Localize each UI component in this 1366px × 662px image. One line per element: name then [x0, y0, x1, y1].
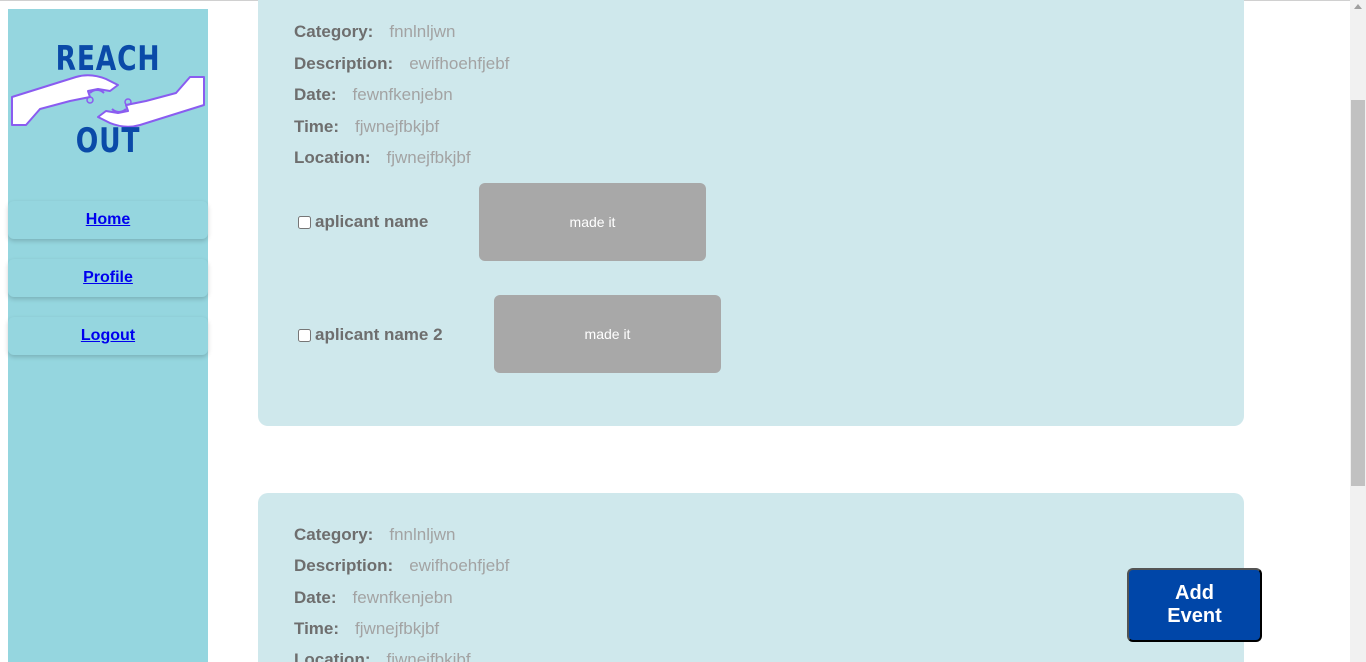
description-value: ewifhoehfjebf — [409, 54, 510, 73]
sidebar-item-logout[interactable]: Logout — [8, 317, 208, 355]
scrollbar-thumb[interactable] — [1351, 100, 1365, 486]
applicant-name: aplicant name — [315, 212, 429, 231]
date-field: Date: fewnfkenjebn — [294, 588, 453, 608]
made-it-button[interactable]: made it — [479, 183, 706, 261]
time-label: Time: — [294, 117, 340, 136]
date-label: Date: — [294, 588, 337, 607]
time-value: fjwnejfbkjbf — [355, 619, 440, 638]
location-label: Location: — [294, 650, 371, 662]
category-label: Category: — [294, 22, 374, 41]
page: REACH OUT Home Profile Logout Category: … — [0, 0, 1366, 662]
location-field: Location: fjwnejfbkjbf — [294, 650, 471, 662]
time-field: Time: fjwnejfbkjbf — [294, 117, 439, 137]
sidebar-item-profile[interactable]: Profile — [8, 259, 208, 297]
applicant-checkbox[interactable] — [298, 215, 311, 229]
category-field: Category: fnnlnljwn — [294, 22, 456, 42]
category-value: fnnlnljwn — [389, 525, 456, 544]
applicant-name: aplicant name 2 — [315, 325, 443, 344]
description-value: ewifhoehfjebf — [409, 556, 510, 575]
logo: REACH OUT — [8, 39, 208, 169]
date-field: Date: fewnfkenjebn — [294, 85, 453, 105]
location-field: Location: fjwnejfbkjbf — [294, 148, 471, 168]
event-card: Category: fnnlnljwn Description: ewifhoehf… — [258, 0, 1244, 426]
event-card: Category: fnnlnljwn Description: ewifhoehf… — [258, 493, 1244, 662]
location-value: fjwnejfbkjbf — [386, 148, 471, 167]
applicant-row: aplicant name — [298, 212, 428, 232]
category-label: Category: — [294, 525, 374, 544]
logout-link[interactable]: Logout — [81, 327, 135, 345]
time-label: Time: — [294, 619, 340, 638]
sidebar-item-home[interactable]: Home — [8, 201, 208, 239]
description-label: Description: — [294, 54, 394, 73]
profile-link[interactable]: Profile — [83, 269, 133, 287]
made-it-button[interactable]: made it — [494, 295, 721, 373]
vertical-scrollbar[interactable] — [1350, 0, 1366, 662]
location-label: Location: — [294, 148, 371, 167]
applicant-checkbox[interactable] — [298, 328, 311, 342]
applicant-row: aplicant name 2 — [298, 325, 443, 345]
time-field: Time: fjwnejfbkjbf — [294, 619, 439, 639]
date-value: fewnfkenjebn — [352, 85, 453, 104]
scroll-up-arrow-icon[interactable] — [1354, 4, 1362, 9]
category-value: fnnlnljwn — [389, 22, 456, 41]
sidebar: REACH OUT Home Profile Logout — [8, 9, 208, 662]
date-value: fewnfkenjebn — [352, 588, 453, 607]
description-label: Description: — [294, 556, 394, 575]
home-link[interactable]: Home — [86, 211, 130, 229]
add-event-button[interactable]: Add Event — [1127, 568, 1262, 642]
category-field: Category: fnnlnljwn — [294, 525, 456, 545]
location-value: fjwnejfbkjbf — [386, 650, 471, 662]
time-value: fjwnejfbkjbf — [355, 117, 440, 136]
description-field: Description: ewifhoehfjebf — [294, 54, 509, 74]
date-label: Date: — [294, 85, 337, 104]
logo-text-bottom: OUT — [75, 121, 141, 161]
description-field: Description: ewifhoehfjebf — [294, 556, 509, 576]
